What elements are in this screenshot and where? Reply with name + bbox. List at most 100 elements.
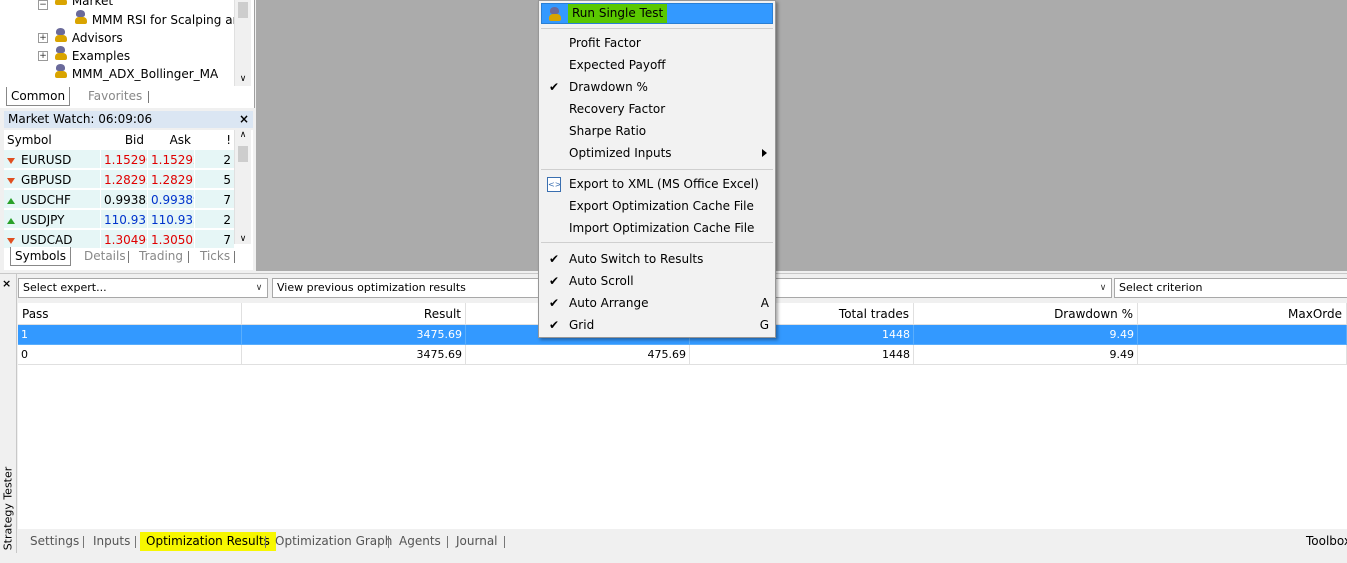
menu-separator <box>541 28 773 29</box>
spread-cell: 2 <box>194 210 234 229</box>
checkmark-icon: ✔ <box>549 296 560 310</box>
tester-tabs: Settings Inputs Optimization Results Opt… <box>18 531 1347 553</box>
navigator-scrollbar[interactable]: ∨ <box>234 0 251 86</box>
scroll-thumb[interactable] <box>238 146 248 162</box>
menu-item-auto-switch-to-results[interactable]: ✔ Auto Switch to Results <box>541 248 773 270</box>
close-icon[interactable]: × <box>2 277 11 290</box>
symbol-cell: GBPUSD <box>4 170 100 189</box>
list-item[interactable]: USDJPY 110.931110.9332 <box>4 210 234 230</box>
market-watch-tabs: Symbols Details Trading Ticks <box>10 247 252 267</box>
expand-toggle[interactable]: + <box>38 51 48 61</box>
context-menu: Run Single Test Profit Factor Expected Pa… <box>538 0 776 338</box>
menu-item-import-optimization-cache-file[interactable]: Import Optimization Cache File <box>541 217 773 239</box>
menu-item-recovery-factor[interactable]: Recovery Factor <box>541 98 773 120</box>
column-header-result[interactable]: Result <box>242 303 466 325</box>
expert-icon <box>548 7 562 21</box>
max-orders-cell <box>1138 345 1347 365</box>
symbol-label: GBPUSD <box>21 173 72 187</box>
chevron-down-icon[interactable]: ∨ <box>235 234 251 244</box>
tab-separator <box>135 536 136 548</box>
menu-separator <box>541 242 773 243</box>
tab-favorites[interactable]: Favorites <box>84 87 146 105</box>
collapse-toggle[interactable]: − <box>38 0 48 10</box>
scroll-thumb[interactable] <box>238 2 248 18</box>
list-item[interactable]: GBPUSD 1.282921.282975 <box>4 170 234 190</box>
menu-item-run-single-test[interactable]: Run Single Test <box>541 3 773 24</box>
arrow-up-icon <box>7 217 15 224</box>
tree-item-rsi-scalping[interactable]: MMM RSI for Scalping and <box>74 10 234 28</box>
column-header-symbol[interactable]: Symbol <box>4 130 100 149</box>
tab-common[interactable]: Common <box>6 87 71 106</box>
spread-cell: 2 <box>194 150 234 169</box>
spread-cell: 7 <box>194 190 234 209</box>
tree-item-examples[interactable]: Examples <box>54 46 130 64</box>
symbol-label: USDCAD <box>21 233 73 247</box>
close-icon[interactable]: × <box>237 111 251 128</box>
arrow-down-icon <box>7 157 15 164</box>
bid-cell: 0.99382 <box>100 190 147 209</box>
tab-settings[interactable]: Settings <box>24 532 85 551</box>
table-row[interactable]: 0 3475.69 475.69 1448 9.49 <box>18 345 1347 365</box>
tab-separator <box>83 536 84 548</box>
chevron-up-icon[interactable]: ∧ <box>235 130 251 140</box>
bid-cell: 1.15290 <box>100 150 147 169</box>
menu-item-expected-payoff[interactable]: Expected Payoff <box>541 54 773 76</box>
menu-item-export-to-xml-ms-office-excel[interactable]: <> Export to XML (MS Office Excel) <box>541 173 773 195</box>
column-header-max-orders[interactable]: MaxOrde <box>1138 303 1347 325</box>
tree-item-adx-bollinger[interactable]: MMM_ADX_Bollinger_MA <box>54 64 218 82</box>
tester-side-bar: × Strategy Tester <box>0 274 17 553</box>
tab-ticks[interactable]: Ticks <box>196 247 234 265</box>
expert-icon <box>74 10 88 24</box>
chevron-down-icon: ∨ <box>255 283 263 293</box>
arrow-down-icon <box>7 237 15 244</box>
column-header-ask[interactable]: Ask <box>147 130 194 149</box>
menu-item-auto-arrange[interactable]: ✔ Auto Arrange A <box>541 292 773 314</box>
tab-optimization-results[interactable]: Optimization Results <box>140 532 276 551</box>
menu-item-export-optimization-cache-file[interactable]: Export Optimization Cache File <box>541 195 773 217</box>
list-item[interactable]: EURUSD 1.152901.152922 <box>4 150 234 170</box>
column-header-drawdown[interactable]: Drawdown % <box>914 303 1138 325</box>
checkmark-icon: ✔ <box>549 318 560 332</box>
select-criterion-combo[interactable]: Select criterion <box>1114 278 1347 298</box>
bid-cell: 110.931 <box>100 210 147 229</box>
tab-optimization-graph[interactable]: Optimization Graph <box>269 532 398 551</box>
tree-item-advisors[interactable]: Advisors <box>54 28 123 46</box>
menu-item-optimized-inputs[interactable]: Optimized Inputs <box>541 142 773 164</box>
checkmark-icon: ✔ <box>549 252 560 266</box>
chevron-down-icon[interactable]: ∨ <box>235 74 251 84</box>
list-item[interactable]: USDCHF 0.993820.993897 <box>4 190 234 210</box>
tab-journal[interactable]: Journal <box>450 532 504 551</box>
tab-agents[interactable]: Agents <box>393 532 447 551</box>
select-expert-combo[interactable]: Select expert... ∨ <box>18 278 268 298</box>
market-watch-scrollbar[interactable]: ∧ ∨ <box>234 130 251 244</box>
folder-icon <box>54 46 68 60</box>
tree-item-market[interactable]: Market <box>54 0 113 9</box>
tab-separator <box>265 536 266 548</box>
menu-separator <box>541 169 773 170</box>
tab-inputs[interactable]: Inputs <box>87 532 136 551</box>
expand-toggle[interactable]: + <box>38 33 48 43</box>
column-header-pass[interactable]: Pass <box>18 303 242 325</box>
menu-item-sharpe-ratio[interactable]: Sharpe Ratio <box>541 120 773 142</box>
tab-trading[interactable]: Trading <box>135 247 187 265</box>
toolbox-label[interactable]: Toolbox <box>1300 532 1347 551</box>
tab-separator <box>128 251 129 263</box>
column-header-bid[interactable]: Bid <box>100 130 147 149</box>
spread-cell: 5 <box>194 170 234 189</box>
menu-item-drawdown[interactable]: ✔ Drawdown % <box>541 76 773 98</box>
result-cell: 3475.69 <box>242 325 466 345</box>
chart-workspace[interactable] <box>256 0 1347 271</box>
menu-item-profit-factor[interactable]: Profit Factor <box>541 32 773 54</box>
arrow-down-icon <box>7 177 15 184</box>
tab-symbols[interactable]: Symbols <box>10 247 71 266</box>
drawdown-cell: 9.49 <box>914 325 1138 345</box>
column-header-spread[interactable]: ! <box>194 130 234 149</box>
combo-value: View previous optimization results <box>277 281 466 294</box>
ask-cell: 1.28297 <box>147 170 194 189</box>
tab-details[interactable]: Details <box>80 247 130 265</box>
navigator-panel: − Market MMM RSI for Scalping and + Advi… <box>0 0 255 108</box>
bid-cell: 1.28292 <box>100 170 147 189</box>
checkmark-icon: ✔ <box>549 274 560 288</box>
menu-item-grid[interactable]: ✔ Grid G <box>541 314 773 336</box>
menu-item-auto-scroll[interactable]: ✔ Auto Scroll <box>541 270 773 292</box>
